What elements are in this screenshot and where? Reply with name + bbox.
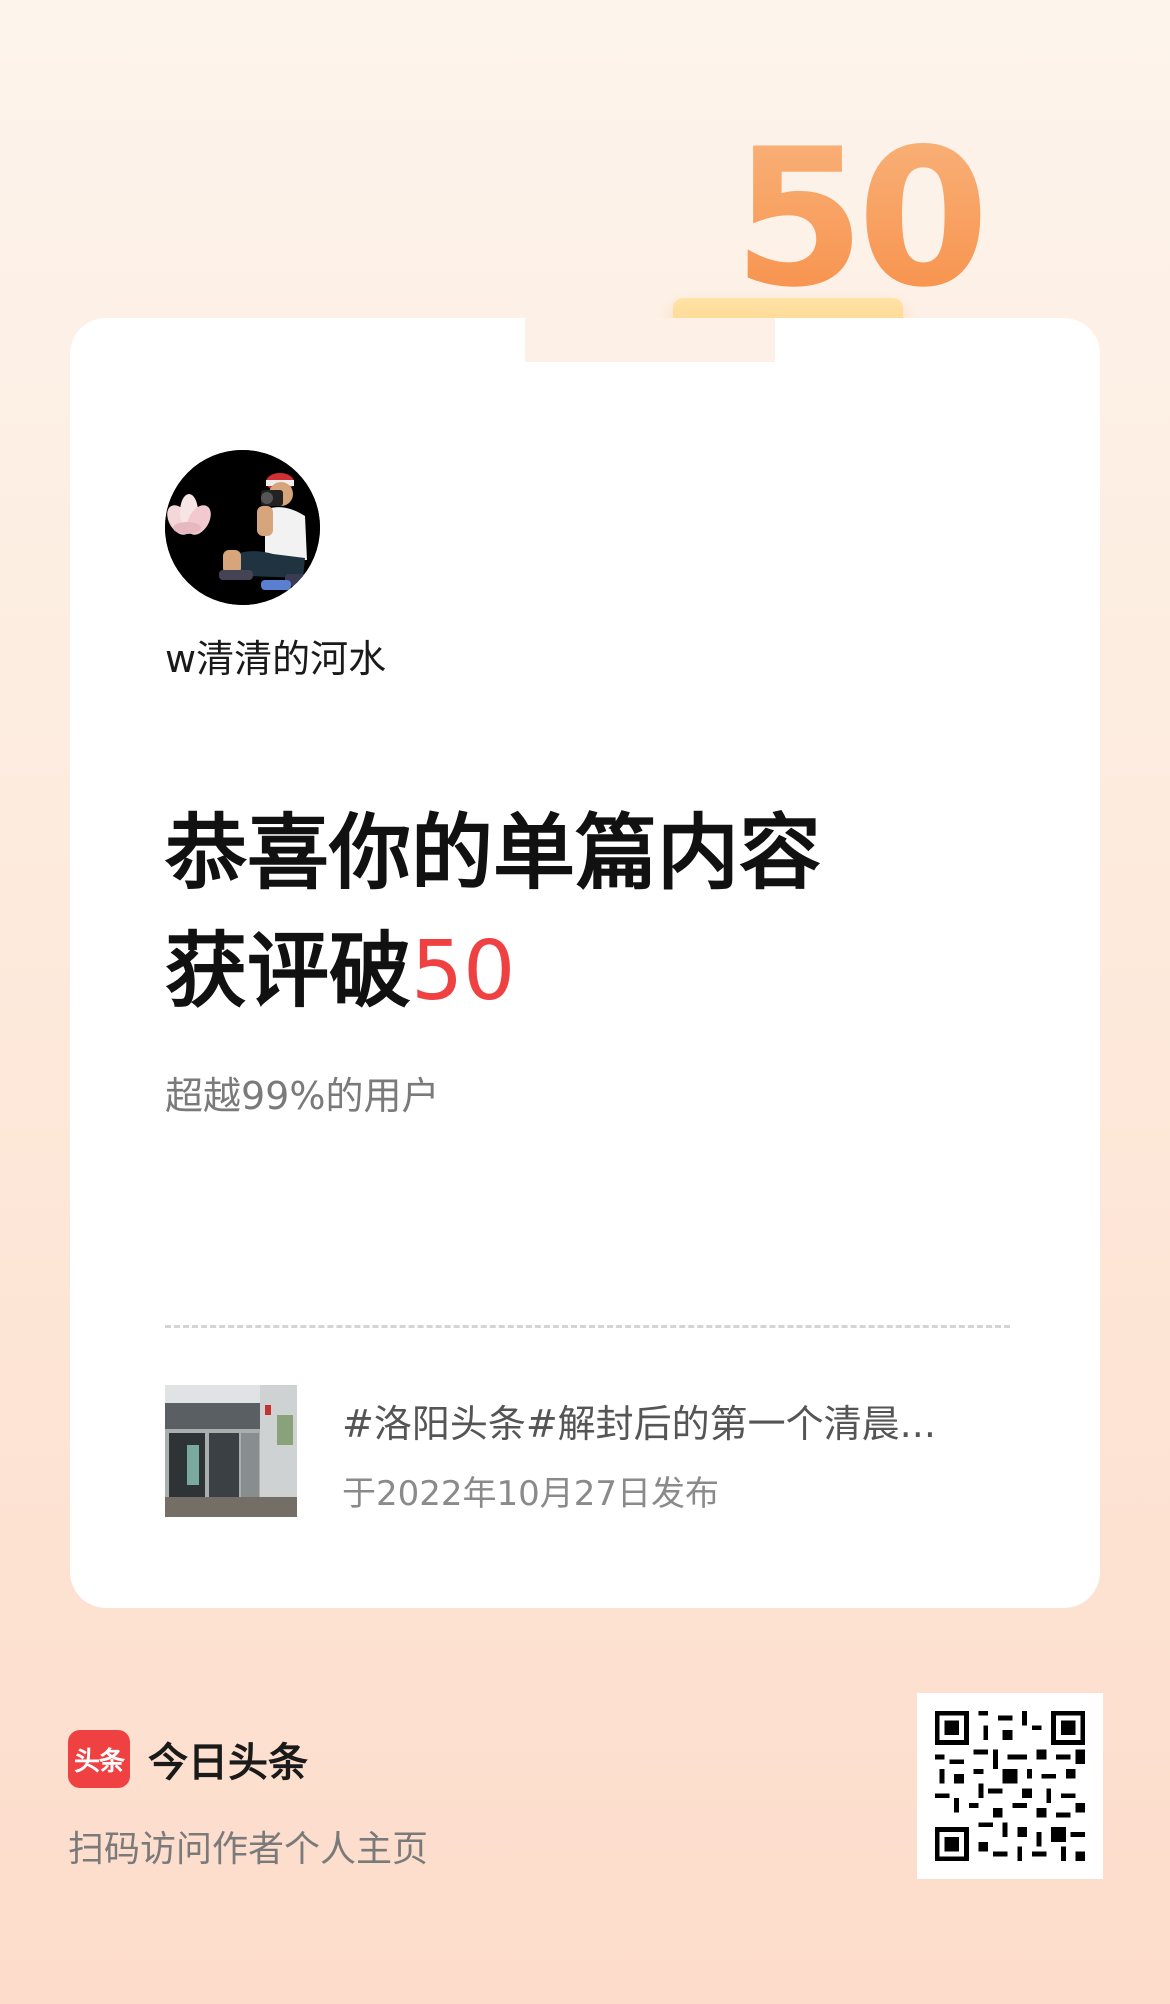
headline-line-1: 恭喜你的单篇内容 [165,806,822,901]
avatar-photo [165,450,320,605]
post-title[interactable]: #洛阳头条#解封后的第一个清晨... [342,1393,982,1448]
author-name[interactable]: w清清的河水 [165,628,386,683]
headline-number: 50 [411,924,516,1019]
headline: 恭喜你的单篇内容 获评破50 [165,795,821,1031]
dashed-divider [165,1325,1010,1328]
card-notch [525,318,775,362]
post-thumbnail[interactable] [165,1385,297,1517]
post-date: 于2022年10月27日发布 [342,1474,720,1514]
brand-name: 今日头条 [148,1740,308,1786]
headline-line-2: 获评破50 [165,913,821,1031]
qr-code-pattern [930,1706,1090,1866]
avatar[interactable] [165,450,320,605]
scan-caption: 扫码访问作者个人主页 [68,1829,429,1870]
qr-code-icon[interactable] [917,1693,1103,1879]
brand: 头条 今日头条 [68,1730,308,1788]
percentile-text: 超越99%的用户 [165,1074,440,1118]
headline-prefix: 获评破 [165,924,412,1019]
badge-number: 50 [733,108,989,329]
toutiao-logo-icon: 头条 [68,1730,130,1788]
street-photo [165,1385,297,1517]
